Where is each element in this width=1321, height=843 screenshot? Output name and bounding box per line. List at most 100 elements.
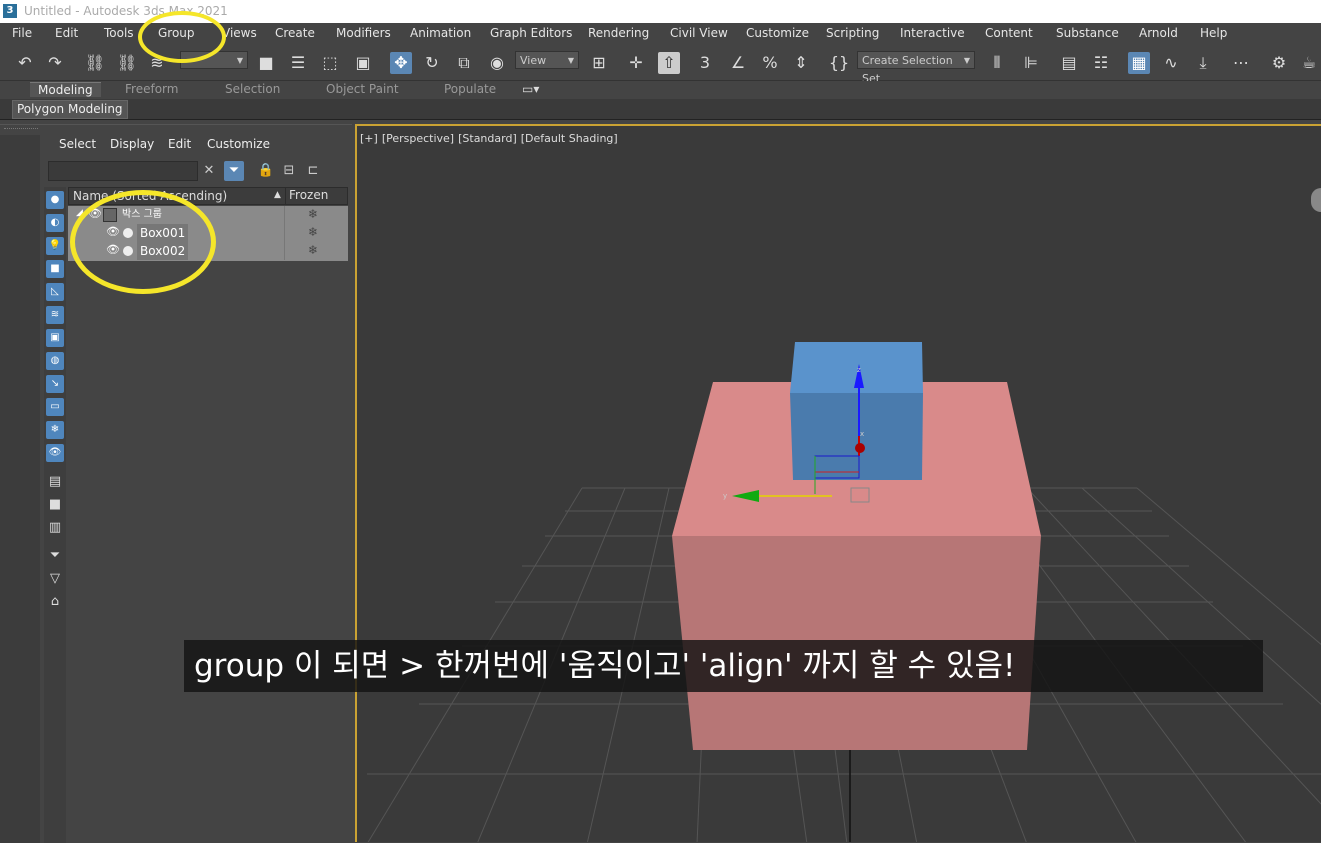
snap-toggle-icon[interactable]: 3 <box>694 52 716 74</box>
menu-help[interactable]: Help <box>1200 26 1227 40</box>
render-setup-icon[interactable]: ⚙ <box>1268 52 1290 74</box>
tree-row-box001[interactable]: 👁 Box001 ❄ <box>68 224 348 242</box>
perspective-viewport[interactable]: [+] [Perspective] [Standard] [Default Shadi… <box>355 124 1321 842</box>
selection-filter-dropdown[interactable]: ▼ <box>180 51 248 69</box>
visibility-eye-icon[interactable]: 👁 <box>106 225 120 238</box>
visibility-eye-icon[interactable]: 👁 <box>88 207 102 220</box>
menu-create[interactable]: Create <box>275 26 315 40</box>
reference-coord-dropdown[interactable]: View ▼ <box>515 51 579 69</box>
filter-settings-icon[interactable]: ⏷ <box>46 547 64 565</box>
group-label[interactable]: 박스 그룹 <box>119 206 165 224</box>
object-label[interactable]: Box001 <box>137 224 189 242</box>
find-icon[interactable]: ⌂ <box>46 593 64 611</box>
menu-graph-editors[interactable]: Graph Editors <box>490 26 572 40</box>
layer-explorer-icon[interactable]: ▤ <box>1058 52 1080 74</box>
pivot-center-icon[interactable]: ⊞ <box>588 52 610 74</box>
scene-search-input[interactable] <box>48 161 198 181</box>
window-crossing-icon[interactable]: ▣ <box>352 52 374 74</box>
container-filter-icon[interactable]: ▭ <box>46 398 64 416</box>
scale-icon[interactable]: ⧉ <box>453 52 475 74</box>
display-all-icon[interactable]: ▤ <box>46 473 64 491</box>
expand-triangle-icon[interactable]: ◢ <box>76 208 83 218</box>
frozen-icon[interactable]: ❄ <box>308 225 318 239</box>
select-manipulate-icon[interactable]: ✛ <box>625 52 647 74</box>
ribbon-options-icon[interactable]: ▭▾ <box>522 82 539 96</box>
group-filter-icon[interactable]: ▣ <box>46 329 64 347</box>
frozen-icon[interactable]: ❄ <box>308 243 318 257</box>
select-object-icon[interactable]: ■ <box>255 52 277 74</box>
spinner-snap-icon[interactable]: ⇕ <box>790 52 812 74</box>
menu-tools[interactable]: Tools <box>104 26 134 40</box>
bind-space-warp-icon[interactable]: ≋ <box>146 52 168 74</box>
material-editor-icon[interactable]: ⋯ <box>1230 52 1252 74</box>
rect-selection-icon[interactable]: ⬚ <box>319 52 341 74</box>
geometry-filter-icon[interactable]: ● <box>46 191 64 209</box>
light-filter-icon[interactable]: 💡 <box>46 237 64 255</box>
render-icon[interactable]: ☕ <box>1298 52 1320 74</box>
tab-populate[interactable]: Populate <box>444 82 496 96</box>
schematic-view-icon[interactable]: ⤓ <box>1192 52 1214 74</box>
frozen-column-header[interactable]: Frozen <box>285 188 353 204</box>
filter-toggle-icon[interactable]: ▽ <box>46 570 64 588</box>
box002-front-face[interactable] <box>790 393 923 480</box>
menu-civil-view[interactable]: Civil View <box>670 26 728 40</box>
tree-row-group[interactable]: ◢ 👁 박스 그룹 ❄ <box>68 206 348 224</box>
align-icon[interactable]: ⊫ <box>1020 52 1042 74</box>
object-label[interactable]: Box002 <box>137 242 189 260</box>
menu-arnold[interactable]: Arnold <box>1139 26 1178 40</box>
menu-views[interactable]: Views <box>222 26 257 40</box>
visibility-eye-icon[interactable]: 👁 <box>106 243 120 256</box>
menu-customize[interactable]: Customize <box>746 26 809 40</box>
lock-icon[interactable]: 🔒 <box>256 161 276 181</box>
xref-filter-icon[interactable]: ◍ <box>46 352 64 370</box>
menu-substance[interactable]: Substance <box>1056 26 1119 40</box>
display-none-icon[interactable]: ■ <box>46 496 64 514</box>
angle-snap-icon[interactable]: ∠ <box>727 52 749 74</box>
se-menu-display[interactable]: Display <box>110 137 154 151</box>
percent-snap-icon[interactable]: % <box>759 52 781 74</box>
polygon-modeling-panel[interactable]: Polygon Modeling <box>12 100 128 119</box>
hierarchy-icon[interactable]: ⊟ <box>279 161 299 181</box>
clear-search-icon[interactable]: ✕ <box>199 161 219 181</box>
spacewarp-filter-icon[interactable]: ≋ <box>46 306 64 324</box>
curve-editor-icon[interactable]: ∿ <box>1160 52 1182 74</box>
menu-interactive[interactable]: Interactive <box>900 26 965 40</box>
link-icon[interactable]: ⛓ <box>84 52 106 74</box>
menu-animation[interactable]: Animation <box>410 26 471 40</box>
scene-explorer-icon[interactable]: ▦ <box>1128 52 1150 74</box>
tab-freeform[interactable]: Freeform <box>125 82 178 96</box>
undo-icon[interactable]: ↶ <box>14 52 36 74</box>
tab-object-paint[interactable]: Object Paint <box>326 82 399 96</box>
camera-filter-icon[interactable]: ■ <box>46 260 64 278</box>
frozen-filter-icon[interactable]: ❄ <box>46 421 64 439</box>
invert-display-icon[interactable]: ▥ <box>46 519 64 537</box>
menu-modifiers[interactable]: Modifiers <box>336 26 391 40</box>
menu-group[interactable]: Group <box>158 26 195 40</box>
se-menu-select[interactable]: Select <box>59 137 96 151</box>
menu-scripting[interactable]: Scripting <box>826 26 879 40</box>
layer-hierarchy-icon[interactable]: ⊏ <box>303 161 323 181</box>
mirror-icon[interactable]: ⫴ <box>986 52 1008 74</box>
keyboard-shortcut-override-icon[interactable]: ⇧ <box>658 52 680 74</box>
bone-filter-icon[interactable]: ↘ <box>46 375 64 393</box>
tab-modeling[interactable]: Modeling <box>30 82 101 97</box>
menu-content[interactable]: Content <box>985 26 1033 40</box>
name-column-header[interactable]: Name (Sorted Ascending) <box>73 189 227 203</box>
redo-icon[interactable]: ↷ <box>44 52 66 74</box>
hidden-filter-icon[interactable]: 👁 <box>46 444 64 462</box>
frozen-icon[interactable]: ❄ <box>308 207 318 221</box>
dock-grip[interactable] <box>4 128 38 131</box>
tree-row-box002[interactable]: 👁 Box002 ❄ <box>68 242 348 260</box>
unlink-icon[interactable]: ⛓ <box>116 52 138 74</box>
select-by-name-icon[interactable]: ☰ <box>287 52 309 74</box>
rotate-icon[interactable]: ↻ <box>421 52 443 74</box>
place-icon[interactable]: ◉ <box>486 52 508 74</box>
tab-selection[interactable]: Selection <box>225 82 280 96</box>
se-menu-edit[interactable]: Edit <box>168 137 191 151</box>
selection-set-dropdown[interactable]: Create Selection Set ▼ <box>857 51 975 85</box>
menu-file[interactable]: File <box>12 26 32 40</box>
filter-icon[interactable]: ⏷ <box>224 161 244 181</box>
toggle-ribbon-icon[interactable]: ☷ <box>1090 52 1112 74</box>
edit-named-sel-icon[interactable]: {} <box>828 52 850 74</box>
se-menu-customize[interactable]: Customize <box>207 137 270 151</box>
